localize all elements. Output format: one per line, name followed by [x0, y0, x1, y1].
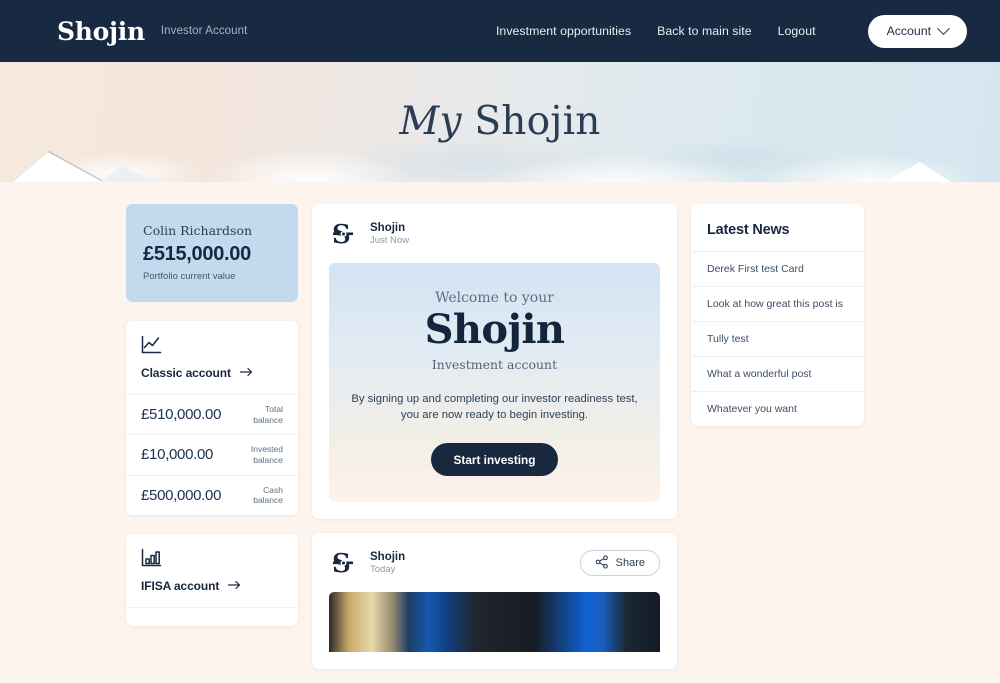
- portfolio-value: £515,000.00: [143, 243, 251, 265]
- feed-post-today-header: S Shojin Today: [329, 548, 660, 579]
- welcome-headline: Shojin: [424, 306, 565, 353]
- ifisa-account-title: IFISA account: [141, 578, 220, 593]
- welcome-superline: Welcome to your: [435, 290, 554, 306]
- brand-subtitle: Investor Account: [160, 25, 248, 37]
- nav-link-back-to-main-site[interactable]: Back to main site: [657, 24, 751, 38]
- classic-invested-balance-value: £10,000.00: [141, 446, 214, 464]
- account-menu-button[interactable]: Account: [867, 14, 967, 48]
- news-column: Latest News Derek First test Card Look a…: [691, 204, 864, 426]
- nav-link-logout[interactable]: Logout: [778, 24, 816, 38]
- classic-invested-balance-label: Invested balance: [250, 444, 283, 465]
- ifisa-account-card[interactable]: IFISA account: [126, 533, 298, 626]
- bar-chart-icon: [141, 548, 283, 568]
- share-icon: [595, 555, 609, 572]
- news-item[interactable]: Whatever you want: [691, 391, 864, 426]
- hero-banner: My Shojin: [0, 62, 1000, 182]
- ifisa-account-header: IFISA account: [126, 534, 298, 607]
- feed-post-author: Shojin: [370, 551, 406, 564]
- nav-links: Investment opportunities Back to main si…: [496, 14, 967, 48]
- arrow-right-icon: [239, 364, 253, 382]
- line-chart-icon: [141, 335, 283, 355]
- investor-name: Colin Richardson: [143, 223, 252, 238]
- portfolio-value-label: Portfolio current value: [143, 271, 236, 282]
- arrow-right-icon: [228, 577, 241, 595]
- classic-total-balance-value: £510,000.00: [141, 406, 222, 424]
- classic-account-card[interactable]: Classic account £510,000.00 Total balanc…: [126, 321, 298, 515]
- page-content: Colin Richardson £515,000.00 Portfolio c…: [0, 182, 1000, 683]
- page-title-rest: Shojin: [474, 99, 601, 144]
- latest-news-panel: Latest News Derek First test Card Look a…: [691, 204, 864, 426]
- shojin-avatar-icon: S: [329, 219, 359, 250]
- feed-post-author: Shojin: [370, 222, 406, 234]
- feed-column: S Shojin Just Now Welcome to your Shojin…: [312, 204, 677, 683]
- news-item[interactable]: Tully test: [691, 321, 864, 356]
- ifisa-account-title-row[interactable]: IFISA account: [141, 577, 283, 595]
- start-investing-button[interactable]: Start investing: [430, 443, 559, 477]
- news-item[interactable]: What a wonderful post: [691, 356, 864, 391]
- account-menu-label: Account: [886, 24, 931, 38]
- classic-account-title-row[interactable]: Classic account: [141, 364, 283, 382]
- share-button[interactable]: Share: [579, 550, 660, 577]
- page-title: My Shojin: [0, 62, 1000, 182]
- chevron-down-icon: [937, 21, 950, 35]
- feed-post-welcome-meta: Shojin Just Now: [370, 222, 409, 246]
- classic-account-cash-row: £500,000.00 Cash balance: [126, 474, 298, 515]
- news-item[interactable]: Look at how great this post is: [691, 286, 864, 321]
- top-navigation-bar: Shojin Investor Account Investment oppor…: [0, 0, 1000, 62]
- news-item[interactable]: Derek First test Card: [691, 251, 864, 286]
- classic-account-invested-row: £10,000.00 Invested balance: [126, 434, 298, 474]
- feed-post-today: S Shojin Today: [312, 533, 677, 670]
- ifisa-account-row-placeholder: [126, 606, 298, 626]
- welcome-subline: Investment account: [431, 357, 558, 373]
- shojin-avatar-icon: S: [329, 548, 359, 579]
- classic-account-title: Classic account: [141, 366, 231, 380]
- feed-post-image: [329, 592, 660, 653]
- classic-total-balance-label: Total balance: [253, 404, 283, 425]
- classic-account-total-row: £510,000.00 Total balance: [126, 394, 298, 434]
- classic-cash-balance-label: Cash balance: [253, 484, 283, 506]
- classic-cash-balance-value: £500,000.00: [141, 486, 222, 504]
- feed-post-timestamp: Just Now: [370, 235, 410, 246]
- classic-account-header: Classic account: [126, 321, 298, 394]
- welcome-body-text: By signing up and completing our investo…: [351, 393, 638, 422]
- feed-post-today-meta: Shojin Today: [370, 551, 405, 575]
- feed-post-welcome-header: S Shojin Just Now: [329, 219, 660, 250]
- feed-post-timestamp: Today: [370, 564, 396, 576]
- brand-logo[interactable]: Shojin: [57, 17, 145, 46]
- nav-link-investment-opportunities[interactable]: Investment opportunities: [496, 24, 631, 38]
- left-column: Colin Richardson £515,000.00 Portfolio c…: [126, 204, 298, 645]
- page-title-italic: My: [399, 99, 462, 144]
- portfolio-summary-card: Colin Richardson £515,000.00 Portfolio c…: [126, 204, 298, 302]
- latest-news-title: Latest News: [707, 222, 790, 238]
- share-button-label: Share: [615, 557, 645, 570]
- feed-post-welcome: S Shojin Just Now Welcome to your Shojin…: [312, 204, 677, 520]
- welcome-banner: Welcome to your Shojin Investment accoun…: [329, 263, 660, 503]
